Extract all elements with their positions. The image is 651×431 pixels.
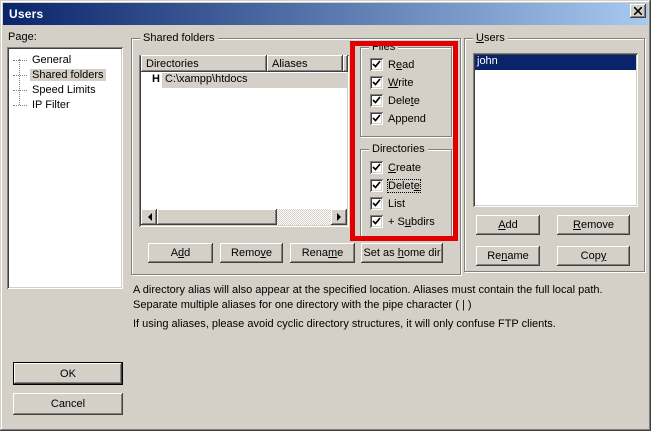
red-highlight-rectangle: [350, 41, 458, 241]
tree-item-label: IP Filter: [30, 99, 72, 111]
scroll-right-icon: [337, 213, 345, 221]
users-group: Users john Add Remove Rename Copy: [464, 38, 645, 272]
column-header-label: Directories: [146, 58, 199, 70]
user-rename-button[interactable]: Rename: [476, 246, 540, 266]
cancel-button[interactable]: Cancel: [13, 393, 123, 415]
folder-remove-label: Remove: [231, 247, 272, 259]
users-group-label: Users: [473, 32, 508, 44]
alias-info-paragraph: A directory alias will also appear at th…: [133, 283, 640, 313]
column-header-label: Aliases: [272, 58, 307, 70]
column-header-aliases[interactable]: Aliases: [267, 55, 343, 72]
tree-item-general[interactable]: General: [13, 53, 73, 67]
shared-folders-group-label: Shared folders: [140, 32, 218, 44]
directories-list[interactable]: Directories Aliases H C:\xampp\htdocs: [139, 55, 349, 227]
scrollbar-track[interactable]: [277, 209, 331, 225]
close-button[interactable]: [630, 4, 646, 18]
tree-item-label: General: [30, 54, 73, 66]
tree-item-ip-filter[interactable]: IP Filter: [13, 98, 72, 112]
set-as-home-dir-label: Set as home dir: [363, 247, 440, 259]
user-add-button[interactable]: Add: [476, 215, 540, 235]
column-header-filler: [343, 55, 348, 72]
horizontal-scrollbar[interactable]: [141, 209, 347, 225]
directory-path: C:\xampp\htdocs: [162, 73, 347, 88]
column-header-directories[interactable]: Directories: [141, 55, 267, 72]
ok-button[interactable]: OK: [13, 362, 123, 385]
folder-rename-button[interactable]: Rename: [290, 243, 355, 263]
ok-label: OK: [60, 368, 76, 380]
user-remove-label: Remove: [573, 219, 614, 231]
tree-branch-line: [13, 105, 27, 106]
user-remove-button[interactable]: Remove: [557, 215, 630, 235]
info-text: A directory alias will also appear at th…: [133, 283, 640, 332]
scroll-left-icon: [144, 213, 152, 221]
titlebar[interactable]: Users: [3, 3, 648, 25]
scroll-right-button[interactable]: [331, 209, 347, 225]
folder-remove-button[interactable]: Remove: [220, 243, 283, 263]
user-copy-button[interactable]: Copy: [557, 246, 630, 266]
folder-add-button[interactable]: Add: [148, 243, 213, 263]
cancel-label: Cancel: [51, 398, 85, 410]
tree-branch-line: [13, 75, 27, 76]
page-listbox[interactable]: General Shared folders Speed Limits IP F…: [7, 47, 123, 289]
tree-item-label: Speed Limits: [30, 84, 98, 96]
tree-item-label-selected: Shared folders: [30, 69, 106, 81]
folder-add-label: Add: [171, 247, 191, 259]
users-dialog: Users Page: General Shared folders Speed…: [0, 0, 651, 431]
folder-rename-label: Rename: [302, 247, 344, 259]
tree-branch-line: [13, 90, 27, 91]
cyclic-warning-paragraph: If using aliases, please avoid cyclic di…: [133, 317, 640, 332]
user-add-label: Add: [498, 219, 518, 231]
user-rename-label: Rename: [487, 250, 529, 262]
scrollbar-thumb[interactable]: [157, 209, 277, 225]
close-icon: [634, 7, 642, 15]
tree-item-shared-folders[interactable]: Shared folders: [13, 68, 106, 82]
directory-row[interactable]: H C:\xampp\htdocs: [141, 73, 347, 88]
page-label: Page:: [8, 31, 37, 43]
tree-branch-line: [13, 60, 27, 61]
home-dir-flag: H: [150, 73, 162, 88]
set-as-home-dir-button[interactable]: Set as home dir: [361, 243, 443, 263]
users-listbox[interactable]: john: [473, 53, 638, 207]
scroll-left-button[interactable]: [141, 209, 157, 225]
user-copy-label: Copy: [581, 250, 607, 262]
tree-item-speed-limits[interactable]: Speed Limits: [13, 83, 98, 97]
window-title: Users: [9, 7, 43, 21]
user-row-selected[interactable]: john: [475, 55, 636, 70]
